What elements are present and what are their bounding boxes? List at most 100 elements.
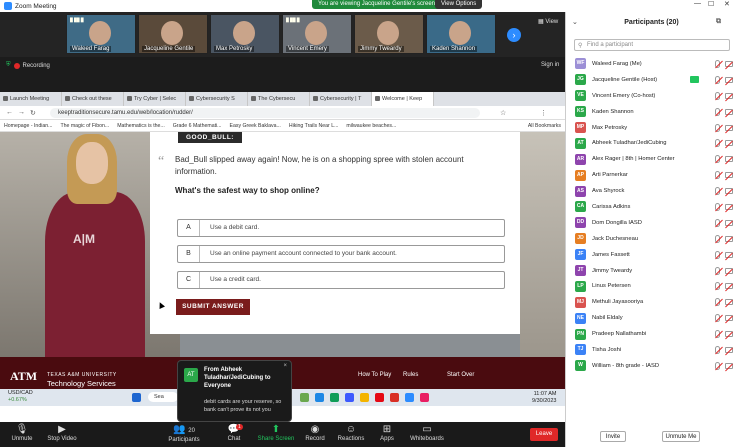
share-screen-label: Share Screen xyxy=(257,436,295,442)
answer-option-a[interactable]: A Use a debit card. xyxy=(177,219,505,237)
browser-tab[interactable]: Check out these xyxy=(62,92,124,106)
participant-row[interactable]: AT Abheek Tuladhar/JediCubing xyxy=(566,135,737,151)
participant-search-input[interactable]: ⚲ Find a participant xyxy=(574,39,730,51)
video-tile[interactable]: █ ██ █ Vincent Emery xyxy=(282,14,352,54)
chat-button[interactable]: 💬 Chat xyxy=(212,424,256,442)
back-icon[interactable]: ← xyxy=(6,109,13,116)
bookmark[interactable]: Easy Greek Baklava... xyxy=(230,120,281,131)
view-options-button[interactable]: View Options xyxy=(435,0,483,9)
app-icon[interactable] xyxy=(345,393,354,402)
participant-row[interactable]: KS Kaden Shannon xyxy=(566,104,737,120)
participant-row[interactable]: W William - 8th grade - IASD xyxy=(566,358,737,374)
unmute-button[interactable]: 🎙 Unmute xyxy=(0,424,44,442)
sign-in-link[interactable]: Sign in xyxy=(541,62,559,68)
app-icon[interactable] xyxy=(375,393,384,402)
answer-option-c[interactable]: C Use a credit card. xyxy=(177,271,505,289)
start-over-link[interactable]: Start Over xyxy=(447,372,474,378)
bookmark[interactable]: Mathematics is the... xyxy=(117,120,165,131)
sender-avatar: AT xyxy=(184,368,198,382)
bookmark[interactable]: milwaukee beaches... xyxy=(346,120,396,131)
avatar: VE xyxy=(575,90,586,102)
bookmark[interactable]: Grade 6 Mathemati... xyxy=(173,120,222,131)
participant-row[interactable]: JF James Fassett xyxy=(566,247,737,263)
participant-row[interactable]: LP Linus Petersen xyxy=(566,278,737,294)
minimize-icon[interactable]: — xyxy=(694,0,701,7)
how-to-play-link[interactable]: How To Play xyxy=(358,372,391,378)
avatar: AP xyxy=(575,169,586,181)
stop-video-button[interactable]: ▶ Stop Video xyxy=(40,424,84,442)
app-icon[interactable] xyxy=(315,393,324,402)
gallery-view-button[interactable]: ▦ View xyxy=(538,18,558,25)
all-bookmarks[interactable]: All Bookmarks xyxy=(528,120,565,131)
participant-row[interactable]: NE Nabil Eldaly xyxy=(566,310,737,326)
chevron-down-icon[interactable]: ⌄ xyxy=(572,18,578,26)
video-tile[interactable]: Jacqueline Gentile xyxy=(138,14,208,54)
video-tile[interactable]: Max Petrosky xyxy=(210,14,280,54)
browser-tab[interactable]: Try Cyber | Selec xyxy=(124,92,186,106)
app-icon[interactable] xyxy=(420,393,429,402)
taskbar-clock[interactable]: 11:07 AM 9/30/2023 xyxy=(532,391,556,405)
leave-button[interactable]: Leave xyxy=(530,428,558,441)
popout-icon[interactable]: ⧉ xyxy=(716,18,721,26)
maximize-icon[interactable]: ☐ xyxy=(708,0,714,8)
shield-icon: ⛨ xyxy=(6,62,11,68)
app-icon[interactable] xyxy=(300,393,309,402)
tile-name: Waleed Farag xyxy=(70,46,112,52)
video-tile[interactable]: Kaden Shannon xyxy=(426,14,496,54)
participant-row[interactable]: MJ Methuli Jayasooriya xyxy=(566,294,737,310)
reload-icon[interactable]: ↻ xyxy=(30,109,36,117)
rules-link[interactable]: Rules xyxy=(403,372,418,378)
browser-tab[interactable]: The Cybersecu xyxy=(248,92,310,106)
participant-row[interactable]: JG Jacqueline Gentile (Host) xyxy=(566,72,737,88)
browser-tab-active[interactable]: Welcome | Keep xyxy=(372,92,434,106)
forward-icon[interactable]: → xyxy=(18,109,25,116)
participant-row[interactable]: TJ Tisha Joshi xyxy=(566,342,737,358)
bookmark[interactable]: Homepage - Indian... xyxy=(4,120,52,131)
url-field[interactable]: keeptraditionsecure.tamu.edu/web/locatio… xyxy=(50,108,480,118)
participant-row[interactable]: DD Dom Dongilla IASD xyxy=(566,215,737,231)
recording-indicator[interactable]: ⛨ Recording xyxy=(6,62,50,69)
video-tile[interactable]: █ ██ █ Waleed Farag xyxy=(66,14,136,54)
browser-tab[interactable]: Cybersecurity | T xyxy=(310,92,372,106)
participant-name: Arti Parnerkar xyxy=(592,172,628,179)
chat-notification[interactable]: AT From Abheek Tuladhar/JediCubing to Ev… xyxy=(177,360,292,422)
video-tile[interactable]: Jimmy Tweardy xyxy=(354,14,424,54)
avatar: AS xyxy=(575,185,586,197)
participant-row[interactable]: VE Vincent Emery (Co-host) xyxy=(566,88,737,104)
share-screen-button[interactable]: ⬆ Share Screen xyxy=(254,424,298,442)
close-icon[interactable]: ✕ xyxy=(724,0,730,8)
app-icon[interactable] xyxy=(390,393,399,402)
answer-option-b[interactable]: B Use an online payment account connecte… xyxy=(177,245,505,263)
participants-button[interactable]: 👥 20 Participants xyxy=(162,424,206,443)
participant-row[interactable]: PN Pradeep Nallathambi xyxy=(566,326,737,342)
video-off-icon xyxy=(725,283,733,290)
unmute-me-button[interactable]: Unmute Me xyxy=(662,431,700,442)
participant-row[interactable]: JD Jack Duchesneau xyxy=(566,231,737,247)
submit-answer-button[interactable]: SUBMIT ANSWER xyxy=(176,299,250,315)
taskbar-search[interactable]: Sea xyxy=(148,392,178,402)
close-icon[interactable]: × xyxy=(283,363,287,369)
participant-row[interactable]: CA Carissa Adkins xyxy=(566,199,737,215)
participant-row[interactable]: JT Jimmy Tweardy xyxy=(566,263,737,279)
browser-tab[interactable]: Launch Meeting xyxy=(0,92,62,106)
invite-button[interactable]: Invite xyxy=(600,431,626,442)
browser-tab[interactable]: Cybersecurity S xyxy=(186,92,248,106)
bookmark[interactable]: The magic of Fibon... xyxy=(60,120,109,131)
participant-row[interactable]: AP Arti Parnerkar xyxy=(566,167,737,183)
participant-row[interactable]: WF Waleed Farag (Me) xyxy=(566,56,737,72)
bookmark[interactable]: Hiking Trails Near L... xyxy=(289,120,339,131)
stock-widget[interactable]: USD/CAD +0.67% xyxy=(8,390,33,404)
app-icon[interactable] xyxy=(330,393,339,402)
windows-start-icon[interactable] xyxy=(132,393,141,402)
apps-button[interactable]: ⊞ Apps xyxy=(365,424,409,442)
star-icon[interactable]: ☆ xyxy=(500,109,506,117)
participant-row[interactable]: AS Ava Shyrock xyxy=(566,183,737,199)
app-icon[interactable] xyxy=(360,393,369,402)
gallery-next-button[interactable]: › xyxy=(507,28,521,42)
app-icon[interactable] xyxy=(405,393,414,402)
browser-menu-icon[interactable]: ⋮ xyxy=(540,109,547,117)
apps-grid-icon: ⊞ xyxy=(382,424,392,435)
participant-row[interactable]: AR Alex Rager | 8th | Homer Center xyxy=(566,151,737,167)
participant-row[interactable]: MP Max Petrosky xyxy=(566,120,737,136)
whiteboards-button[interactable]: ▭ Whiteboards xyxy=(405,424,449,442)
